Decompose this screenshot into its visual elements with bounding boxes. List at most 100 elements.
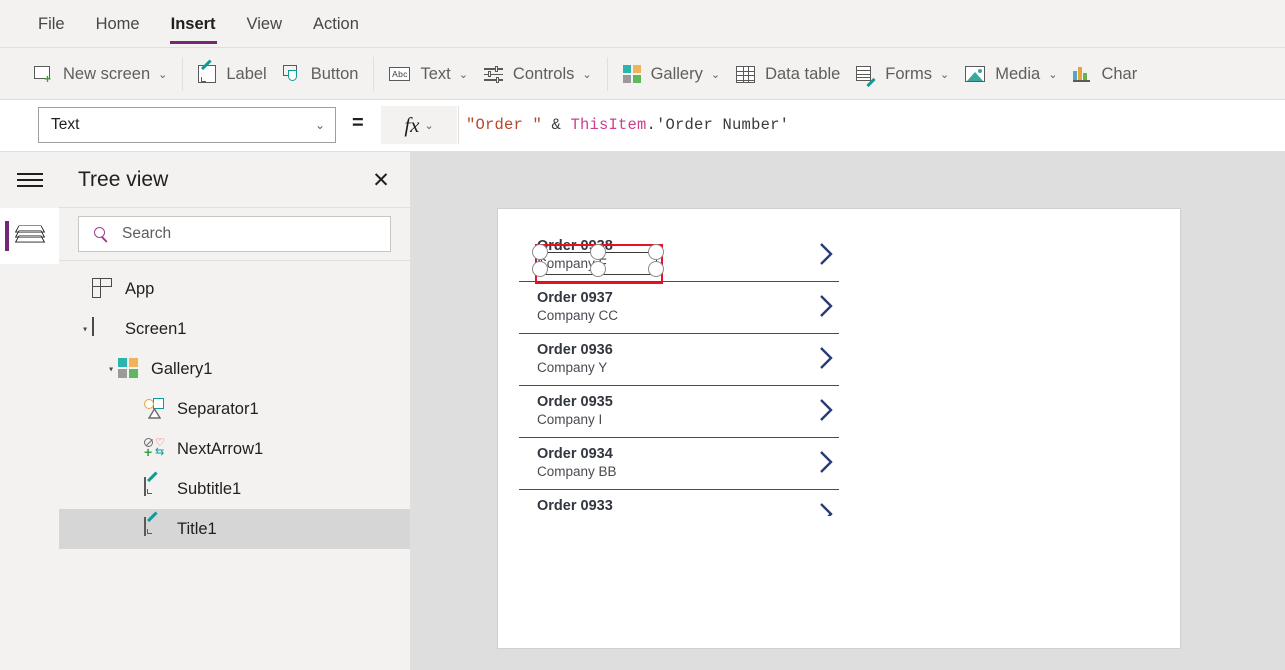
ribbon-forms-label: Forms <box>885 64 933 83</box>
menu-item-insert[interactable]: Insert <box>169 0 217 48</box>
ribbon-button-label: Button <box>310 64 359 83</box>
tree-node-gallery1[interactable]: ▸ Gallery1 <box>59 349 410 389</box>
formula-token-string: "Order " <box>466 116 543 134</box>
ribbon-chart[interactable]: Char <box>1065 57 1145 91</box>
ribbon-chart-label: Char <box>1101 64 1138 83</box>
expand-caret[interactable]: ▸ <box>107 363 116 376</box>
ribbon-media-label: Media <box>995 64 1041 83</box>
resize-handle-top-right[interactable] <box>648 244 664 260</box>
tree-node-label: Separator1 <box>177 399 259 418</box>
new-screen-icon: + <box>34 65 53 85</box>
separator-icon <box>144 398 166 420</box>
ribbon-controls[interactable]: Controls ⌄ <box>476 57 600 91</box>
ribbon-gallery[interactable]: Gallery ⌄ <box>615 57 728 91</box>
ribbon-divider <box>606 57 608 91</box>
tree-node-subtitle1[interactable]: Subtitle1 <box>59 469 410 509</box>
gallery-row-title[interactable]: Order 0937 <box>537 290 613 306</box>
resize-handle-top-left[interactable] <box>532 244 548 260</box>
gallery-row-subtitle[interactable]: Company Y <box>537 360 607 375</box>
tree-view-header: Tree view ✕ <box>59 152 410 208</box>
resize-handle-bottom-right[interactable] <box>648 261 664 277</box>
next-arrow-chevron-icon[interactable] <box>818 501 835 516</box>
next-arrow-chevron-icon[interactable] <box>818 397 835 423</box>
tree-node-title1[interactable]: Title1 <box>59 509 410 549</box>
gallery-row[interactable]: Order 0936 Company Y <box>519 334 839 386</box>
hamburger-menu-icon <box>16 173 43 187</box>
layers-tree-icon <box>14 225 45 247</box>
rail-item-tree-view[interactable] <box>0 208 59 264</box>
gallery-row-title[interactable]: Order 0935 <box>537 394 613 410</box>
next-arrow-chevron-icon[interactable] <box>818 293 835 319</box>
gallery-row[interactable]: Order 0937 Company CC <box>519 282 839 334</box>
ribbon-label-label: Label <box>226 64 267 83</box>
fx-icon: fx <box>404 112 420 137</box>
media-image-icon <box>965 66 986 82</box>
formula-token-field: .'Order Number' <box>646 116 790 134</box>
next-arrow-chevron-icon[interactable] <box>818 449 835 475</box>
screen-icon <box>92 317 114 340</box>
tree-node-app[interactable]: App <box>59 269 410 309</box>
chevron-down-icon: ⌄ <box>458 68 468 81</box>
menu-item-action[interactable]: Action <box>312 0 360 48</box>
gallery-row-title[interactable]: Order 0933 <box>537 498 613 514</box>
expand-caret[interactable]: ▸ <box>81 323 90 336</box>
gallery-row[interactable]: Order 0935 Company I <box>519 386 839 438</box>
gallery-row[interactable]: Order 0933 <box>519 490 839 516</box>
tree-node-label: Title1 <box>177 519 217 538</box>
formula-token-operator: & <box>542 116 571 134</box>
left-icon-rail <box>0 152 59 670</box>
ribbon-label[interactable]: Label <box>190 57 274 91</box>
data-table-icon <box>736 65 756 83</box>
ribbon-divider <box>182 57 184 91</box>
power-apps-studio: File Home Insert View Action + New scree… <box>0 0 1285 670</box>
formula-input[interactable]: "Order " & ThisItem .'Order Number' <box>458 106 1285 144</box>
close-icon[interactable]: ✕ <box>366 165 396 195</box>
gallery-row-title[interactable]: Order 0936 <box>537 342 613 358</box>
fx-button[interactable]: fx ⌄ <box>381 106 457 144</box>
label-icon <box>144 517 166 540</box>
search-input[interactable]: Search <box>78 216 391 252</box>
ribbon-controls-label: Controls <box>512 64 575 83</box>
ribbon-data-table[interactable]: Data table <box>728 57 848 91</box>
formula-token-keyword: ThisItem <box>570 116 647 134</box>
tree-node-label: Gallery1 <box>151 359 213 378</box>
property-select[interactable]: Text ⌄ <box>38 107 336 143</box>
gallery-row[interactable]: Order 0934 Company BB <box>519 438 839 490</box>
gallery-row-subtitle[interactable]: Company BB <box>537 464 617 479</box>
chevron-down-icon: ⌄ <box>582 68 592 81</box>
ribbon-text[interactable]: Abc Text ⌄ <box>381 57 475 91</box>
ribbon-button[interactable]: Button <box>275 57 367 91</box>
active-accent-bar <box>5 221 9 251</box>
resize-handle-bottom-center[interactable] <box>590 261 606 277</box>
design-canvas[interactable]: Order 0938 Company F Order 0937 Company … <box>411 152 1285 670</box>
gallery-row-subtitle[interactable]: Company CC <box>537 308 618 323</box>
app-screen-preview[interactable]: Order 0938 Company F Order 0937 Company … <box>497 208 1181 649</box>
menu-item-file[interactable]: File <box>37 0 66 48</box>
ribbon-new-screen[interactable]: + New screen ⌄ <box>26 57 175 91</box>
tree-node-screen1[interactable]: ▸ Screen1 <box>59 309 410 349</box>
next-arrow-chevron-icon[interactable] <box>818 241 835 267</box>
ribbon-new-screen-label: New screen <box>63 64 151 83</box>
property-select-value: Text <box>51 116 80 133</box>
resize-handle-bottom-left[interactable] <box>532 261 548 277</box>
abc-text-icon: Abc <box>389 67 411 81</box>
search-placeholder: Search <box>122 225 172 242</box>
gallery-row-title[interactable]: Order 0934 <box>537 446 613 462</box>
gallery-grid-icon <box>622 65 641 83</box>
ribbon-forms[interactable]: Forms ⌄ <box>848 57 957 91</box>
chevron-down-icon: ⌄ <box>424 119 434 132</box>
next-arrow-chevron-icon[interactable] <box>818 345 835 371</box>
tree-node-separator1[interactable]: Separator1 <box>59 389 410 429</box>
tree-node-list: App ▸ Screen1 ▸ Gallery1 Separator1 ♡ + … <box>59 261 410 549</box>
gallery1-control[interactable]: Order 0938 Company F Order 0937 Company … <box>519 230 839 516</box>
menu-item-home[interactable]: Home <box>95 0 141 48</box>
resize-handle-top-center[interactable] <box>590 244 606 260</box>
chevron-down-icon: ⌄ <box>158 68 168 81</box>
hamburger-menu-button[interactable] <box>0 152 59 208</box>
menu-item-view[interactable]: View <box>246 0 283 48</box>
gallery-row-subtitle[interactable]: Company I <box>537 412 602 427</box>
selection-box-title1[interactable] <box>532 244 664 284</box>
ribbon-media[interactable]: Media ⌄ <box>957 57 1065 91</box>
label-icon <box>144 477 166 500</box>
tree-node-nextarrow1[interactable]: ♡ + ⇆ NextArrow1 <box>59 429 410 469</box>
